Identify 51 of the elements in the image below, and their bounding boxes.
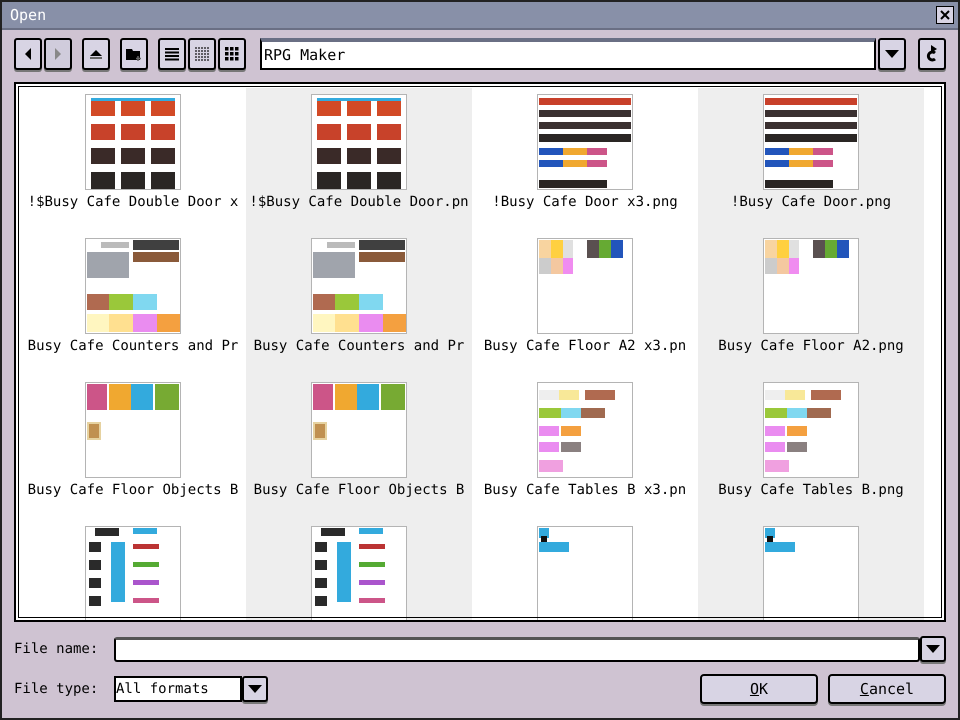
- up-button[interactable]: [82, 38, 110, 70]
- file-name: Busy Cafe Floor Objects B: [28, 482, 238, 498]
- left-triangle-icon: [23, 47, 33, 61]
- right-triangle-icon: [53, 47, 63, 61]
- file-type-value: All formats: [116, 681, 209, 697]
- back-button[interactable]: [14, 38, 42, 70]
- file-name: Busy Cafe Counters and Pr: [28, 338, 238, 354]
- file-name: !Busy Cafe Door.png: [730, 194, 892, 210]
- caret-icon: [248, 685, 262, 693]
- file-name: Busy Cafe Floor A2 x3.pn: [484, 338, 686, 354]
- refresh-icon: [925, 45, 939, 63]
- new-folder-button[interactable]: [120, 38, 148, 70]
- file-item[interactable]: Busy Cafe Floor A2.png: [698, 232, 924, 376]
- refresh-button[interactable]: [918, 38, 946, 70]
- file-name: Busy Cafe Tables B.png: [718, 482, 904, 498]
- file-name: Busy Cafe Counters and Pr: [254, 338, 464, 354]
- file-name: Busy Cafe Floor Objects B: [254, 482, 464, 498]
- file-name-field[interactable]: [114, 636, 920, 662]
- caret-icon: [926, 645, 940, 653]
- file-item[interactable]: !$Busy Cafe Double Door.pn: [246, 88, 472, 232]
- location-value: RPG Maker: [264, 46, 346, 64]
- file-type-label: File type:: [14, 681, 100, 697]
- dropdown-button[interactable]: [878, 38, 906, 70]
- file-item[interactable]: Busy Cafe Tables B.png: [698, 376, 924, 520]
- dialog-button[interactable]: Cancel: [828, 674, 946, 704]
- file-name: !Busy Cafe Door x3.png: [492, 194, 678, 210]
- file-name: Busy Cafe Floor A2.png: [718, 338, 904, 354]
- caret-icon: [885, 50, 899, 58]
- list-view-button[interactable]: [158, 38, 186, 70]
- file-item[interactable]: !Busy Cafe Door.png: [698, 88, 924, 232]
- window-title: Open: [10, 6, 46, 24]
- grid-icon: [225, 47, 239, 61]
- file-item[interactable]: Busy Cafe Floor Objects B: [246, 376, 472, 520]
- file-name-label: File name:: [14, 641, 100, 657]
- dialog-button[interactable]: OK: [700, 674, 818, 704]
- file-name: Busy Cafe Tables B x3.pn: [484, 482, 686, 498]
- file-item[interactable]: Busy Cafe Counters and Pr: [246, 232, 472, 376]
- file-type-select[interactable]: All formats: [114, 676, 242, 702]
- dropdown-button[interactable]: [242, 676, 268, 702]
- list-icon: [165, 47, 179, 61]
- file-name: !$Busy Cafe Double Door.pn: [249, 194, 469, 210]
- small-icons-button[interactable]: [188, 38, 216, 70]
- dot-grid-icon: [195, 47, 209, 61]
- up-triangle-icon: [89, 49, 103, 59]
- close-button[interactable]: [936, 6, 954, 24]
- large-icons-button[interactable]: [218, 38, 246, 70]
- location-combo[interactable]: RPG Maker: [260, 38, 876, 70]
- close-icon: [939, 9, 951, 21]
- file-name: !$Busy Cafe Double Door x: [28, 194, 238, 210]
- dropdown-button[interactable]: [920, 636, 946, 662]
- folder-icon: [126, 47, 142, 61]
